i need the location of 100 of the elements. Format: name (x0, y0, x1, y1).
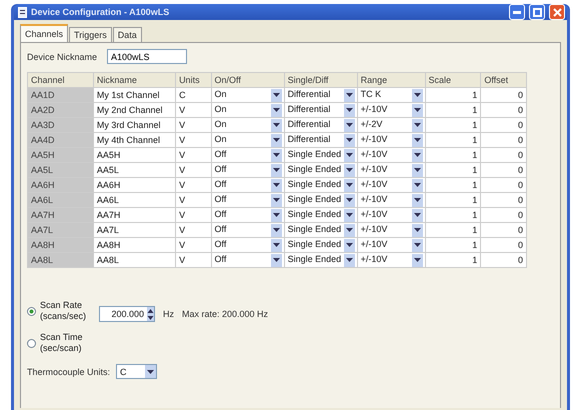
dropdown-cell[interactable]: +/-10V (357, 238, 426, 252)
table-cell[interactable]: 0 (480, 192, 526, 208)
maximize-button[interactable] (529, 4, 545, 20)
table-cell[interactable]: My 4th Channel (93, 132, 176, 148)
dropdown-cell[interactable]: Differential (284, 102, 358, 118)
table-cell[interactable]: V (176, 192, 212, 208)
dropdown-cell[interactable]: Single Ended (284, 178, 358, 192)
table-cell[interactable]: V (176, 252, 212, 268)
table-cell[interactable]: 0 (480, 178, 526, 192)
table-cell[interactable]: AA6L (93, 192, 176, 208)
dropdown-cell[interactable]: Off (211, 162, 284, 178)
table-cell[interactable]: AA7H (93, 208, 176, 222)
dropdown-cell[interactable]: +/-10V (357, 178, 426, 192)
dropdown-cell[interactable]: Off (211, 208, 284, 222)
table-cell[interactable]: V (176, 208, 212, 222)
table-cell[interactable]: My 3rd Channel (93, 118, 176, 132)
table-cell[interactable]: V (176, 178, 212, 192)
table-cell[interactable]: 0 (480, 222, 526, 238)
dropdown-cell[interactable]: On (211, 88, 284, 102)
dropdown-cell[interactable]: On (211, 102, 284, 118)
table-cell[interactable]: 0 (480, 132, 526, 148)
dropdown-cell[interactable]: TC K (357, 88, 426, 102)
table-cell[interactable]: C (176, 88, 212, 102)
dropdown-cell[interactable]: Single Ended (284, 208, 358, 222)
dropdown-cell[interactable]: +/-10V (357, 208, 426, 222)
table-cell[interactable]: 1 (425, 102, 481, 118)
table-cell[interactable]: 0 (480, 102, 526, 118)
table-cell[interactable]: V (176, 238, 212, 252)
table-cell[interactable]: 0 (480, 162, 526, 178)
thermocouple-units-dropdown[interactable]: C (116, 364, 158, 379)
dropdown-cell[interactable]: Off (211, 192, 284, 208)
dropdown-arrow-icon (346, 138, 353, 142)
close-icon (552, 8, 562, 16)
dropdown-cell[interactable]: Off (211, 222, 284, 238)
dropdown-cell[interactable]: On (211, 132, 284, 148)
tab[interactable]: Data (112, 27, 142, 42)
table-cell[interactable]: 1 (425, 132, 481, 148)
table-cell[interactable]: AA5L (93, 162, 176, 178)
dropdown-cell[interactable]: +/-10V (357, 148, 426, 162)
table-cell[interactable]: My 2nd Channel (93, 102, 176, 118)
table-cell[interactable]: 0 (480, 148, 526, 162)
scan-rate-field[interactable]: 200.000 (99, 306, 155, 322)
table-cell[interactable]: 0 (480, 238, 526, 252)
dropdown-cell[interactable]: +/-10V (357, 192, 426, 208)
table-cell[interactable]: V (176, 102, 212, 118)
table-cell[interactable]: My 1st Channel (93, 88, 176, 102)
dropdown-cell[interactable]: +/-10V (357, 102, 426, 118)
dropdown-cell[interactable]: +/-10V (357, 222, 426, 238)
table-cell[interactable]: AA6H (93, 178, 176, 192)
close-button[interactable] (549, 4, 565, 20)
table-cell[interactable]: 1 (425, 118, 481, 132)
table-cell[interactable]: V (176, 222, 212, 238)
table-cell[interactable]: AA8H (93, 238, 176, 252)
table-cell[interactable]: AA8L (93, 252, 176, 268)
dropdown-cell[interactable]: Single Ended (284, 192, 358, 208)
radio-button[interactable] (27, 338, 36, 348)
table-cell[interactable]: 1 (425, 208, 481, 222)
table-cell[interactable]: V (176, 132, 212, 148)
nickname-field[interactable]: A100wLS (107, 49, 188, 64)
dropdown-cell[interactable]: Single Ended (284, 148, 358, 162)
dropdown-cell[interactable]: +/-10V (357, 162, 426, 178)
dropdown-cell[interactable]: Single Ended (284, 222, 358, 238)
dropdown-cell[interactable]: Off (211, 252, 284, 268)
table-cell[interactable]: 1 (425, 238, 481, 252)
table-cell[interactable]: 1 (425, 178, 481, 192)
dropdown-cell[interactable]: Differential (284, 88, 358, 102)
table-cell[interactable]: V (176, 118, 212, 132)
table-cell[interactable]: 0 (480, 88, 526, 102)
column-header: Scale (425, 72, 481, 88)
dropdown-cell[interactable]: Off (211, 238, 284, 252)
tab[interactable]: Triggers (69, 27, 112, 42)
table-cell[interactable]: 0 (480, 252, 526, 268)
dropdown-cell[interactable]: On (211, 118, 284, 132)
dropdown-cell[interactable]: Off (211, 178, 284, 192)
table-cell[interactable]: 0 (480, 118, 526, 132)
dropdown-cell[interactable]: Off (211, 148, 284, 162)
table-cell[interactable]: 1 (425, 192, 481, 208)
dropdown-cell[interactable]: Differential (284, 132, 358, 148)
table-cell[interactable]: 1 (425, 222, 481, 238)
window-title: Device Configuration - A100wLS (31, 7, 170, 17)
table-cell[interactable]: AA7L (93, 222, 176, 238)
table-cell[interactable]: V (176, 162, 212, 178)
dropdown-cell[interactable]: +/-2V (357, 118, 426, 132)
table-cell[interactable]: 1 (425, 252, 481, 268)
dropdown-cell[interactable]: Single Ended (284, 162, 358, 178)
table-cell[interactable]: AA5H (93, 148, 176, 162)
dropdown-cell[interactable]: Differential (284, 118, 358, 132)
dropdown-cell[interactable]: Single Ended (284, 238, 358, 252)
table-cell[interactable]: 1 (425, 162, 481, 178)
radio-button[interactable] (27, 306, 36, 316)
dropdown-cell[interactable]: +/-10V (357, 252, 426, 268)
dropdown-cell[interactable]: +/-10V (357, 132, 426, 148)
table-cell[interactable]: 0 (480, 208, 526, 222)
table-cell[interactable]: 1 (425, 148, 481, 162)
column-header: Range (357, 72, 426, 88)
dropdown-cell[interactable]: Single Ended (284, 252, 358, 268)
minimize-button[interactable] (509, 4, 525, 20)
table-cell[interactable]: 1 (425, 88, 481, 102)
tab[interactable]: Channels (20, 24, 68, 42)
table-cell[interactable]: V (176, 148, 212, 162)
